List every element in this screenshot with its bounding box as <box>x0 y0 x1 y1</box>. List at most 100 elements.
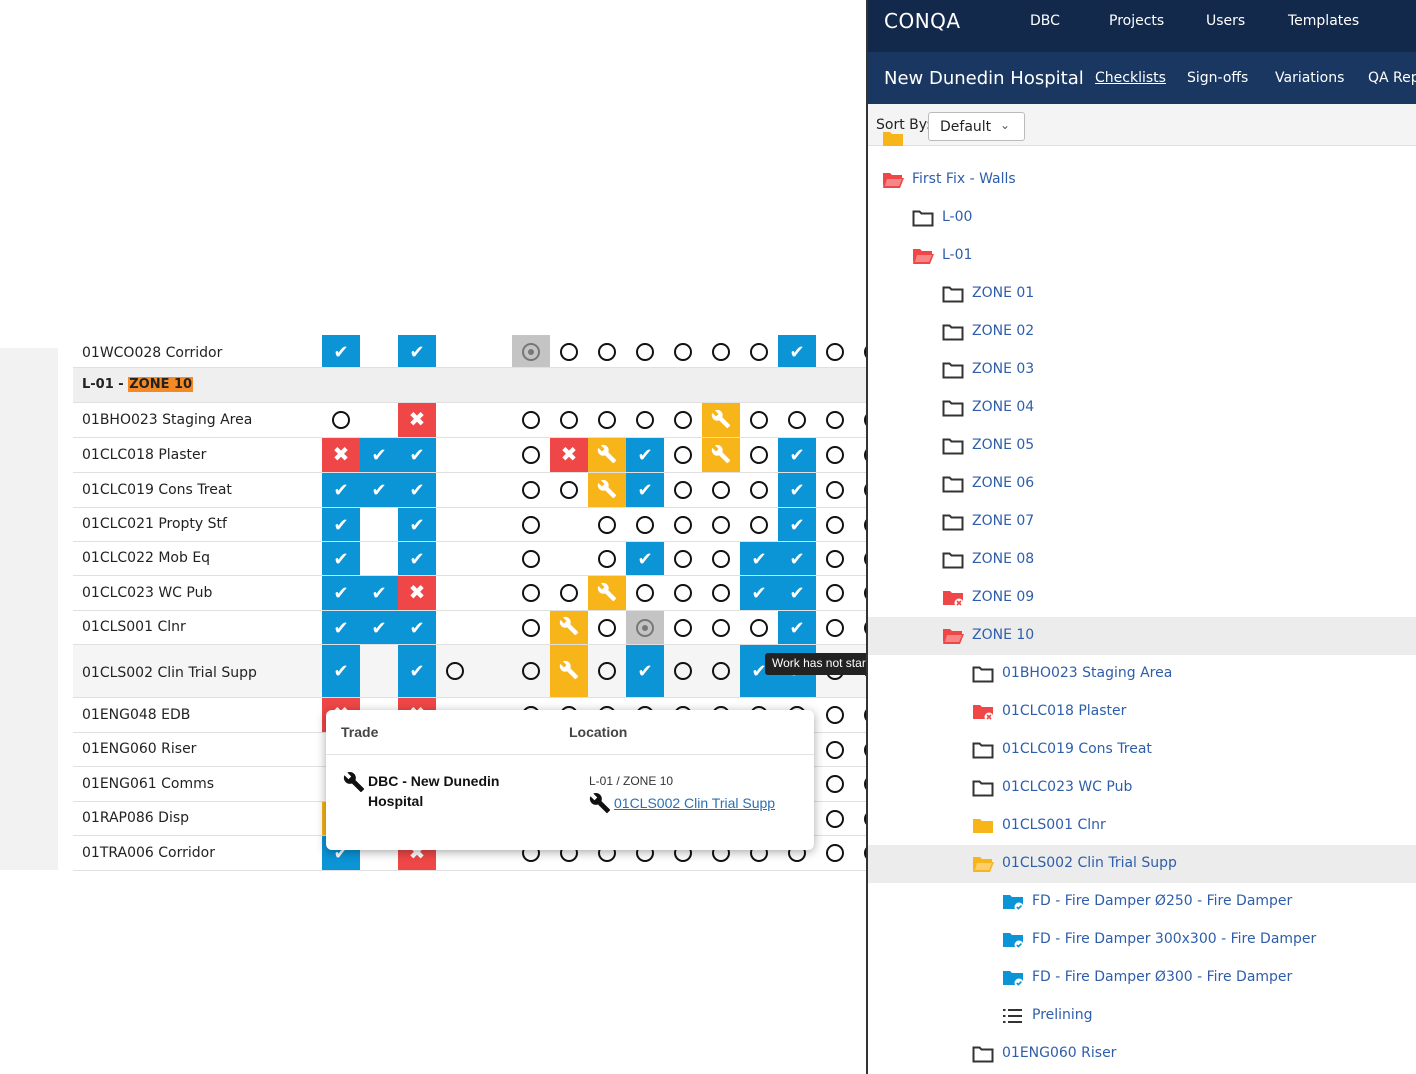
tree-item-label[interactable]: 01BHO023 Staging Area <box>1002 665 1172 681</box>
checklist-status-cell[interactable] <box>550 576 588 610</box>
checklist-status-cell[interactable] <box>664 335 702 367</box>
checklist-status-cell[interactable] <box>588 335 626 367</box>
checklist-status-cell[interactable]: ✖ <box>550 438 588 472</box>
checklist-status-cell[interactable] <box>854 611 866 644</box>
tree-item-label[interactable]: ZONE 08 <box>972 551 1034 567</box>
popup-location-link[interactable]: 01CLS002 Clin Trial Supp <box>589 792 775 814</box>
tree-item-label[interactable]: 01CLS002 Clin Trial Supp <box>1002 855 1177 871</box>
checklist-status-cell[interactable] <box>512 335 550 367</box>
checklist-status-cell[interactable] <box>816 473 854 507</box>
checklist-status-cell[interactable]: ✔ <box>778 508 816 541</box>
tree-item-label[interactable]: ZONE 06 <box>972 475 1034 491</box>
checklist-status-cell[interactable] <box>588 576 626 610</box>
tree-item[interactable]: L-00 <box>868 199 1416 237</box>
checklist-status-cell[interactable]: ✔ <box>778 576 816 610</box>
tree-item-label[interactable]: 01ENG060 Riser <box>1002 1045 1116 1061</box>
checklist-status-cell[interactable] <box>550 473 588 507</box>
checklist-status-cell[interactable] <box>816 767 854 801</box>
tree-item-label[interactable]: ZONE 05 <box>972 437 1034 453</box>
checklist-status-cell[interactable] <box>702 542 740 575</box>
checklist-status-cell[interactable] <box>816 438 854 472</box>
checklist-status-cell[interactable] <box>550 611 588 644</box>
tab-qa-reports[interactable]: QA Repo <box>1368 70 1416 86</box>
checklist-status-cell[interactable] <box>664 645 702 697</box>
tree-item-label[interactable]: L-00 <box>942 209 972 225</box>
checklist-status-cell[interactable] <box>702 403 740 437</box>
nav-dbc[interactable]: DBC <box>1030 13 1060 29</box>
checklist-status-cell[interactable] <box>588 611 626 644</box>
tab-sign-offs[interactable]: Sign-offs <box>1187 70 1248 86</box>
checklist-status-cell[interactable] <box>512 473 550 507</box>
tree-item-label[interactable]: ZONE 10 <box>972 627 1034 643</box>
checklist-status-cell[interactable]: ✔ <box>322 576 360 610</box>
checklist-status-cell[interactable] <box>816 611 854 644</box>
checklist-status-cell[interactable] <box>626 403 664 437</box>
checklist-status-cell[interactable] <box>854 403 866 437</box>
zone-header-label[interactable]: L-01 - ZONE 10 <box>82 377 194 392</box>
checklist-status-cell[interactable]: ✔ <box>778 335 816 367</box>
checklist-status-cell[interactable] <box>778 403 816 437</box>
tree-item-label[interactable]: FD - Fire Damper Ø300 - Fire Damper <box>1032 969 1292 985</box>
checklist-status-cell[interactable] <box>816 576 854 610</box>
checklist-status-cell[interactable] <box>854 542 866 575</box>
row-name[interactable]: 01CLC021 Propty Stf <box>82 516 227 532</box>
tree-item[interactable]: 01CLC023 WC Pub <box>868 769 1416 807</box>
tree-item[interactable]: 01CLC018 Plaster <box>868 693 1416 731</box>
tree-item[interactable]: ZONE 02 <box>868 313 1416 351</box>
checklist-status-cell[interactable] <box>702 438 740 472</box>
checklist-status-cell[interactable] <box>702 335 740 367</box>
nav-templates[interactable]: Templates <box>1288 13 1359 29</box>
row-name[interactable]: 01WCO028 Corridor <box>82 345 222 361</box>
tree-item[interactable]: ZONE 09 <box>868 579 1416 617</box>
checklist-status-cell[interactable] <box>702 645 740 697</box>
tree-item-label[interactable]: Prelining <box>1032 1007 1093 1023</box>
row-name[interactable]: 01CLC023 WC Pub <box>82 585 212 601</box>
checklist-status-cell[interactable] <box>740 611 778 644</box>
checklist-status-cell[interactable]: ✔ <box>626 438 664 472</box>
checklist-status-cell[interactable]: ✖ <box>398 403 436 437</box>
checklist-status-cell[interactable] <box>854 335 866 367</box>
row-name[interactable]: 01CLC018 Plaster <box>82 447 206 463</box>
checklist-status-cell[interactable] <box>664 473 702 507</box>
checklist-status-cell[interactable]: ✔ <box>740 576 778 610</box>
checklist-status-cell[interactable] <box>816 733 854 766</box>
checklist-status-cell[interactable]: ✔ <box>778 542 816 575</box>
checklist-status-cell[interactable] <box>816 508 854 541</box>
tree-item[interactable]: FD - Fire Damper Ø300 - Fire Damper <box>868 959 1416 997</box>
row-name[interactable]: 01CLC019 Cons Treat <box>82 482 232 498</box>
checklist-status-cell[interactable] <box>816 335 854 367</box>
tree-item-label[interactable]: ZONE 09 <box>972 589 1034 605</box>
checklist-status-cell[interactable]: ✔ <box>360 473 398 507</box>
row-name[interactable]: 01CLS001 Clnr <box>82 619 186 635</box>
nav-users[interactable]: Users <box>1206 13 1245 29</box>
checklist-status-cell[interactable] <box>512 611 550 644</box>
tree-item-label[interactable]: 01CLC018 Plaster <box>1002 703 1126 719</box>
checklist-status-cell[interactable]: ✔ <box>398 335 436 367</box>
checklist-status-cell[interactable] <box>626 576 664 610</box>
checklist-status-cell[interactable] <box>512 542 550 575</box>
checklist-status-cell[interactable]: ✔ <box>778 438 816 472</box>
row-name[interactable]: 01ENG048 EDB <box>82 707 190 723</box>
row-name[interactable]: 01TRA006 Corridor <box>82 845 215 861</box>
tree-item[interactable]: First Fix - Walls <box>868 161 1416 199</box>
row-name[interactable]: 01ENG061 Comms <box>82 776 214 792</box>
checklist-status-cell[interactable]: ✔ <box>398 542 436 575</box>
checklist-status-cell[interactable] <box>550 645 588 697</box>
checklist-status-cell[interactable] <box>626 335 664 367</box>
checklist-status-cell[interactable] <box>740 438 778 472</box>
row-name[interactable]: 01CLC022 Mob Eq <box>82 550 210 566</box>
checklist-status-cell[interactable]: ✔ <box>322 645 360 697</box>
checklist-status-cell[interactable] <box>664 611 702 644</box>
checklist-status-cell[interactable]: ✔ <box>626 542 664 575</box>
checklist-status-cell[interactable] <box>854 508 866 541</box>
checklist-status-cell[interactable] <box>664 438 702 472</box>
tree-item-label[interactable]: FD - Fire Damper Ø250 - Fire Damper <box>1032 893 1292 909</box>
tree-item-label[interactable]: ZONE 03 <box>972 361 1034 377</box>
checklist-status-cell[interactable] <box>664 576 702 610</box>
checklist-status-cell[interactable]: ✔ <box>398 611 436 644</box>
checklist-status-cell[interactable] <box>550 403 588 437</box>
tree-item[interactable]: FD - Fire Damper Ø250 - Fire Damper <box>868 883 1416 921</box>
checklist-status-cell[interactable] <box>816 698 854 732</box>
checklist-status-cell[interactable] <box>854 698 866 732</box>
tree-item-label[interactable]: 01CLS001 Clnr <box>1002 817 1106 833</box>
